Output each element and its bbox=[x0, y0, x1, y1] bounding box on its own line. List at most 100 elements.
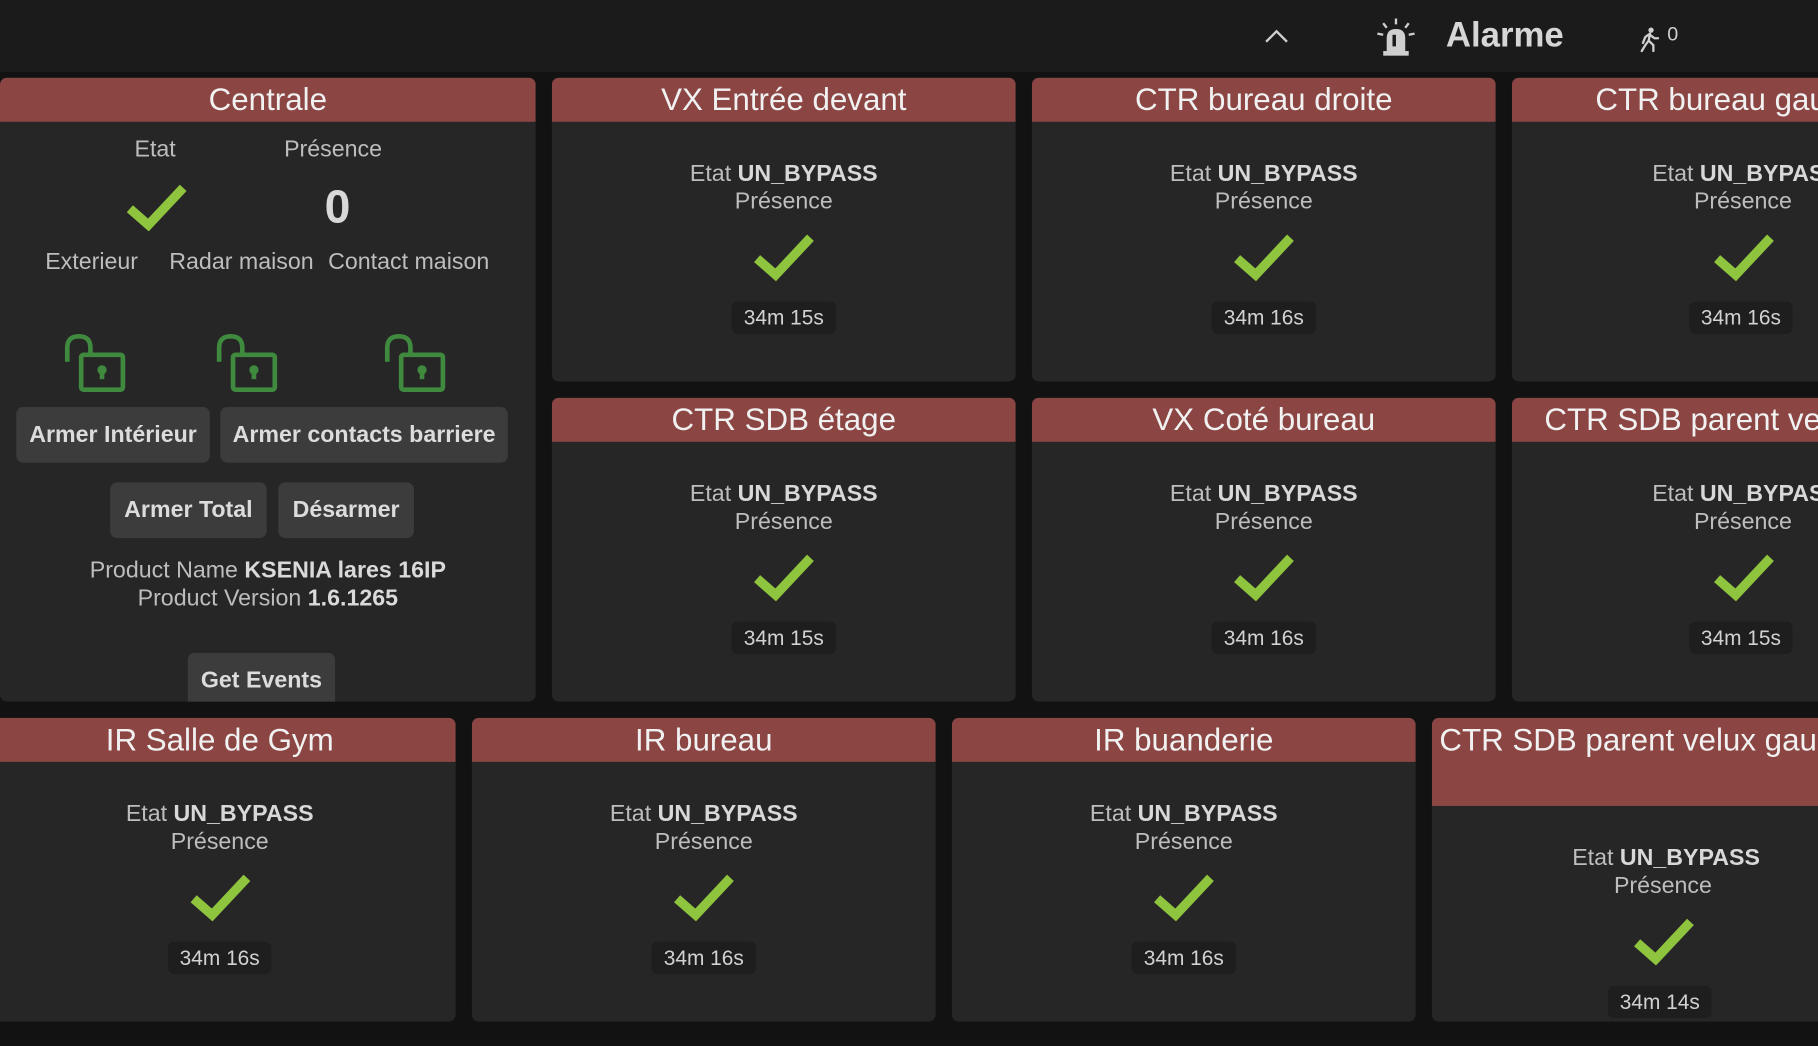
elapsed-time: 34m 15s bbox=[732, 301, 836, 334]
sensor-card: IR buanderie Etat UN_BYPASS Présence 34m… bbox=[951, 717, 1416, 1022]
etat-value: UN_BYPASS bbox=[1137, 801, 1278, 827]
elapsed-time: 34m 15s bbox=[1689, 621, 1793, 655]
check-icon bbox=[674, 874, 734, 922]
check-icon bbox=[1234, 234, 1294, 282]
sensor-card: VX Coté bureau Etat UN_BYPASS Présence 3… bbox=[1031, 397, 1496, 702]
etat-line: Etat UN_BYPASS bbox=[552, 480, 1016, 508]
elapsed-time: 34m 16s bbox=[1212, 621, 1316, 655]
card-title: IR Salle de Gym bbox=[0, 717, 456, 762]
check-icon bbox=[754, 234, 814, 282]
etat-label: Etat bbox=[689, 161, 732, 187]
product-name-label: Product Name bbox=[89, 557, 238, 584]
etat-label: Etat bbox=[1652, 161, 1694, 187]
card-title-text: CTR SDB parent velux gauche bbox=[1439, 722, 1818, 758]
card-title: CTR bureau gau bbox=[1511, 77, 1818, 122]
check-icon bbox=[126, 184, 187, 232]
elapsed-time: 34m 16s bbox=[168, 941, 272, 975]
etat-line: Etat UN_BYPAS bbox=[1512, 160, 1818, 188]
chevron-up-icon[interactable] bbox=[1261, 21, 1291, 51]
presence-label: Présence bbox=[1134, 829, 1233, 855]
card-title: CTR SDB parent vel bbox=[1511, 397, 1818, 442]
card-title: CTR SDB étage bbox=[551, 397, 1016, 442]
product-version: 1.6.1265 bbox=[307, 585, 399, 612]
etat-line: Etat UN_BYPAS bbox=[1512, 480, 1818, 508]
check-icon bbox=[754, 554, 814, 602]
unlocked-padlock-icon[interactable] bbox=[380, 332, 447, 399]
card-title: CTR bureau droite bbox=[1031, 77, 1496, 122]
get-events-button[interactable]: Get Events bbox=[187, 652, 336, 702]
etat-line: Etat UN_BYPASS bbox=[552, 160, 1016, 188]
armer-contacts-barriere-button[interactable]: Armer contacts barriere bbox=[220, 407, 508, 463]
card-title: IR bureau bbox=[471, 717, 936, 762]
etat-label: Etat bbox=[125, 801, 168, 827]
etat-line: Etat UN_BYPASS bbox=[1432, 844, 1818, 872]
product-name: KSENIA lares 16IP bbox=[244, 557, 446, 584]
card-title: IR buanderie bbox=[951, 717, 1416, 762]
walking-person-icon bbox=[1640, 27, 1660, 53]
etat-label: Etat bbox=[1652, 481, 1694, 507]
zone-label-exterieur: Exterieur bbox=[45, 249, 139, 275]
top-bar: Alarme 0 bbox=[0, 0, 1818, 72]
presence-label: Présence bbox=[1693, 509, 1792, 535]
zone-label-contact-maison: Contact maison bbox=[328, 249, 490, 275]
card-body: Etat UN_BYPAS Présence 34m 15s bbox=[1512, 442, 1818, 655]
card-title: VX Coté bureau bbox=[1031, 397, 1496, 442]
elapsed-time: 34m 16s bbox=[1212, 301, 1316, 334]
zone-label-radar-maison: Radar maison bbox=[169, 249, 314, 275]
desarmer-button[interactable]: Désarmer bbox=[278, 482, 414, 539]
card-title: CTR SDB parent velux gauche bbox=[1431, 717, 1818, 806]
centrale-card: Centrale Etat Présence 0 Exterieur Radar… bbox=[0, 77, 536, 702]
presence-label: Présence bbox=[1214, 189, 1313, 215]
check-icon bbox=[1714, 554, 1774, 602]
etat-value: UN_BYPAS bbox=[1699, 481, 1818, 507]
card-body: Etat UN_BYPASS Présence 34m 16s bbox=[472, 762, 936, 975]
etat-value: UN_BYPASS bbox=[737, 481, 878, 507]
siren-icon bbox=[1377, 18, 1415, 56]
presence-label: Présence bbox=[1214, 509, 1313, 535]
etat-value: UN_BYPASS bbox=[1619, 845, 1760, 871]
card-title-text: CTR SDB parent vel bbox=[1544, 402, 1818, 438]
etat-label: Etat bbox=[1089, 801, 1132, 827]
card-body: Etat UN_BYPASS Présence 34m 16s bbox=[1032, 122, 1496, 334]
centrale-body: Etat Présence 0 Exterieur Radar maison C… bbox=[0, 122, 536, 702]
presence-label: Présence bbox=[734, 189, 833, 215]
product-version-label: Product Version bbox=[137, 585, 302, 612]
etat-label: Etat bbox=[1169, 481, 1212, 507]
sensor-card: CTR SDB parent velux gauche Etat UN_BYPA… bbox=[1431, 717, 1818, 1022]
card-body: Etat UN_BYPASS Présence 34m 16s bbox=[1032, 442, 1496, 655]
viewport: Alarme 0 Centrale Etat Présence 0 Exteri… bbox=[0, 0, 1818, 1046]
presence-label: Présence bbox=[1693, 189, 1792, 215]
sensor-card: IR Salle de Gym Etat UN_BYPASS Présence … bbox=[0, 717, 456, 1022]
check-icon bbox=[1634, 918, 1694, 966]
etat-value: UN_BYPAS bbox=[1699, 161, 1818, 187]
card-body: Etat UN_BYPASS Présence 34m 15s bbox=[552, 122, 1016, 334]
elapsed-time: 34m 15s bbox=[732, 621, 836, 655]
presence-count: 0 bbox=[1667, 23, 1679, 46]
sensor-card: CTR bureau gau Etat UN_BYPAS Présence 34… bbox=[1511, 77, 1818, 382]
card-body: Etat UN_BYPASS Présence 34m 15s bbox=[552, 442, 1016, 655]
sensor-card: CTR bureau droite Etat UN_BYPASS Présenc… bbox=[1031, 77, 1496, 382]
check-icon bbox=[1714, 234, 1774, 282]
etat-value: UN_BYPASS bbox=[173, 801, 314, 827]
etat-line: Etat UN_BYPASS bbox=[472, 800, 936, 828]
armer-total-button[interactable]: Armer Total bbox=[110, 482, 267, 539]
etat-value: UN_BYPASS bbox=[737, 161, 878, 187]
sensor-card: CTR SDB parent vel Etat UN_BYPAS Présenc… bbox=[1511, 397, 1818, 702]
card-body: Etat UN_BYPASS Présence 34m 16s bbox=[0, 762, 456, 975]
etat-line: Etat UN_BYPASS bbox=[952, 800, 1416, 828]
unlocked-padlock-icon[interactable] bbox=[212, 332, 279, 399]
card-title: Centrale bbox=[0, 77, 536, 122]
etat-label: Etat bbox=[609, 801, 652, 827]
unlocked-padlock-icon[interactable] bbox=[60, 332, 127, 399]
check-icon bbox=[1234, 554, 1294, 602]
presence-label: Présence bbox=[170, 829, 269, 855]
etat-value: UN_BYPASS bbox=[657, 801, 798, 827]
card-body: Etat UN_BYPASS Présence 34m 14s bbox=[1432, 806, 1818, 1019]
product-version-line: Product Version 1.6.1265 bbox=[0, 584, 536, 612]
elapsed-time: 34m 16s bbox=[652, 941, 756, 975]
sensor-card: IR bureau Etat UN_BYPASS Présence 34m 16… bbox=[471, 717, 936, 1022]
elapsed-time: 34m 16s bbox=[1132, 941, 1236, 975]
armer-interieur-button[interactable]: Armer Intérieur bbox=[16, 407, 210, 463]
sensor-card: VX Entrée devant Etat UN_BYPASS Présence… bbox=[551, 77, 1016, 382]
elapsed-time: 34m 14s bbox=[1608, 985, 1712, 1019]
